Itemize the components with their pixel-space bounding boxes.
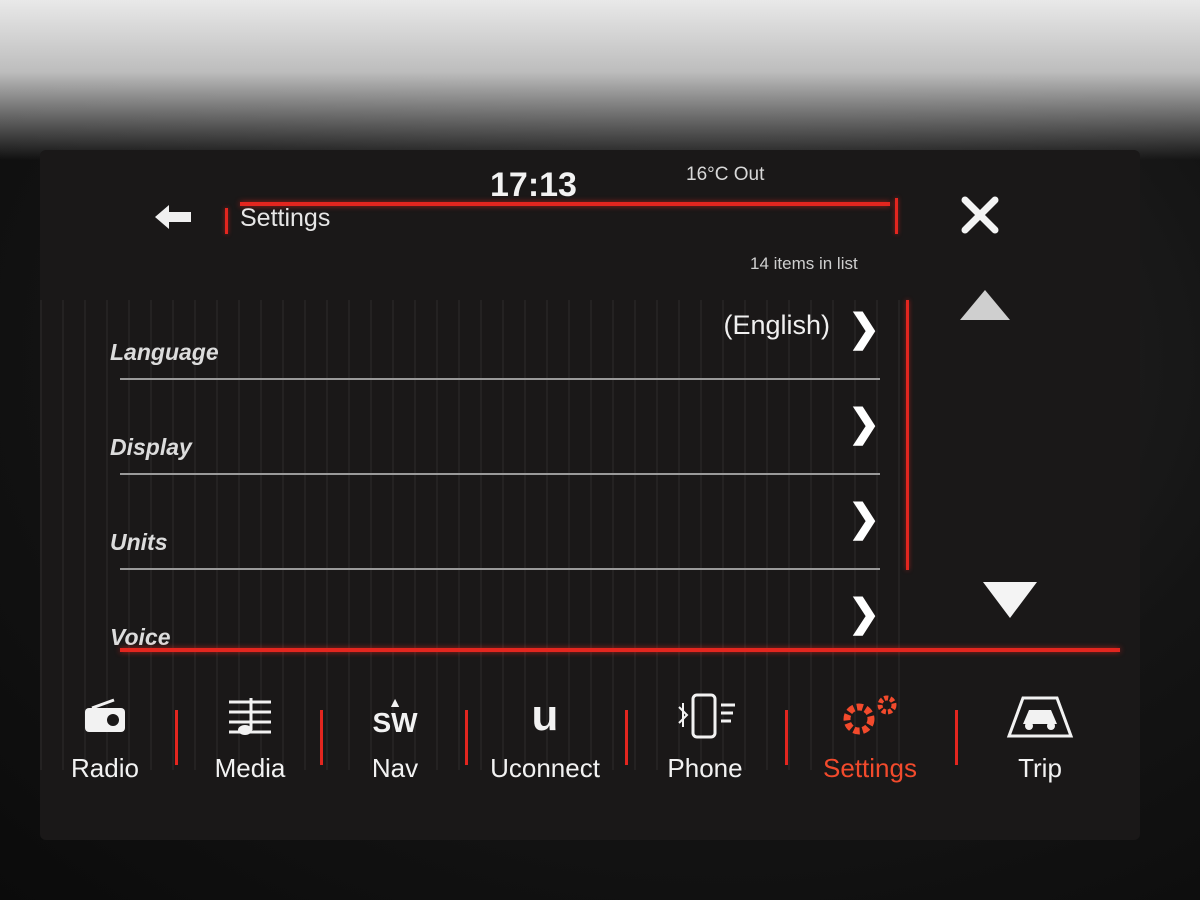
triangle-up-icon[interactable] bbox=[950, 280, 1020, 330]
nav-separator bbox=[625, 710, 628, 765]
triangle-down-icon[interactable] bbox=[975, 575, 1045, 625]
row-divider bbox=[120, 473, 880, 475]
row-divider bbox=[120, 378, 880, 380]
list-item-voice[interactable]: Voice ❯ bbox=[40, 585, 920, 665]
nav-phone[interactable]: Phone bbox=[635, 685, 775, 815]
nav-settings[interactable]: Settings bbox=[795, 685, 945, 815]
chevron-right-icon: ❯ bbox=[848, 308, 880, 350]
nav-label: Media bbox=[214, 753, 286, 783]
back-arrow-icon[interactable] bbox=[150, 200, 196, 234]
nav-label: Trip bbox=[1018, 753, 1062, 783]
chevron-right-icon: ❯ bbox=[848, 498, 880, 540]
page-title: Settings bbox=[240, 204, 331, 232]
nav-uconnect[interactable]: u Uconnect bbox=[475, 685, 615, 815]
phone-icon bbox=[673, 685, 737, 747]
window-glare bbox=[0, 0, 1200, 160]
nav-separator bbox=[320, 710, 323, 765]
list-item-label: Voice bbox=[110, 624, 171, 650]
list-item-language[interactable]: Language (English) ❯ bbox=[40, 300, 920, 380]
chevron-right-icon: ❯ bbox=[848, 403, 880, 445]
nav-label: Nav bbox=[371, 753, 419, 783]
list-item-label: Display bbox=[110, 434, 192, 460]
compass-heading: SW bbox=[372, 707, 418, 738]
radio-icon bbox=[82, 685, 128, 747]
nav-media[interactable]: Media bbox=[185, 685, 315, 815]
list-item-display[interactable]: Display ❯ bbox=[40, 395, 920, 475]
side-controls bbox=[920, 170, 1140, 670]
status-accent-line bbox=[240, 202, 890, 206]
uconnect-glyph: u bbox=[531, 691, 559, 740]
header-right-separator bbox=[895, 198, 898, 234]
nav-separator bbox=[465, 710, 468, 765]
clock: 17:13 bbox=[490, 166, 577, 204]
outside-temperature: 16°C Out bbox=[686, 164, 765, 185]
music-note-icon bbox=[227, 685, 273, 747]
nav-radio[interactable]: Radio bbox=[40, 685, 170, 815]
nav-accent-line bbox=[120, 648, 1120, 652]
nav-label: Radio bbox=[71, 753, 139, 783]
nav-separator bbox=[785, 710, 788, 765]
title-separator bbox=[225, 208, 228, 234]
nav-label: Phone bbox=[667, 753, 743, 783]
nav-label: Settings bbox=[823, 753, 917, 783]
bottom-nav: Radio Media ▲ SW Nav u Uconnect Phone Se… bbox=[40, 665, 1140, 840]
close-icon[interactable] bbox=[950, 190, 1010, 240]
infotainment-screen: 17:13 16°C Out Settings 14 items in list… bbox=[40, 150, 1140, 840]
list-item-units[interactable]: Units ❯ bbox=[40, 490, 920, 570]
car-icon bbox=[1003, 685, 1077, 747]
chevron-right-icon: ❯ bbox=[848, 593, 880, 635]
gear-icon bbox=[835, 685, 905, 747]
row-divider bbox=[120, 568, 880, 570]
list-scroll-rail[interactable] bbox=[906, 300, 909, 570]
compass-icon: ▲ SW bbox=[372, 694, 418, 738]
list-item-label: Units bbox=[110, 529, 168, 555]
nav-separator bbox=[955, 710, 958, 765]
list-item-value: (English) bbox=[723, 310, 830, 340]
list-item-label: Language bbox=[110, 339, 219, 365]
nav-trip[interactable]: Trip bbox=[965, 685, 1115, 815]
nav-separator bbox=[175, 710, 178, 765]
list-item-count: 14 items in list bbox=[750, 254, 858, 273]
nav-nav[interactable]: ▲ SW Nav bbox=[330, 685, 460, 815]
uconnect-icon: u bbox=[532, 685, 559, 747]
nav-label: Uconnect bbox=[490, 753, 600, 783]
